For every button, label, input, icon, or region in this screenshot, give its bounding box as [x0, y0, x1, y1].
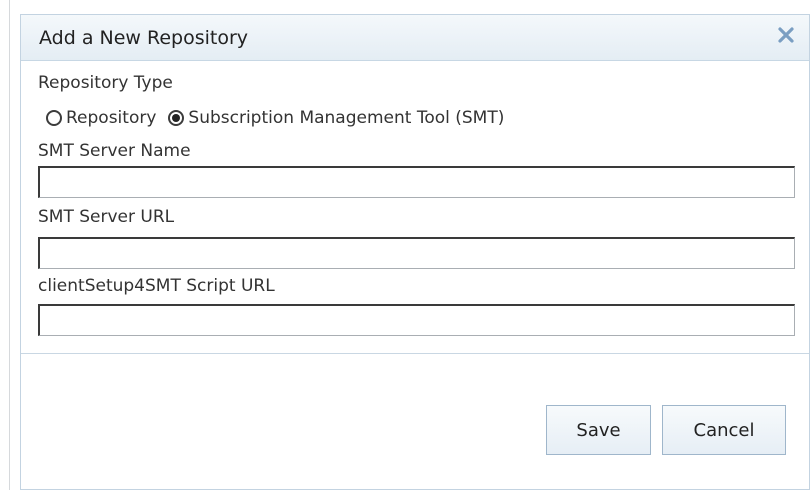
smt-server-name-input[interactable]: [38, 166, 795, 198]
repository-type-label: Repository Type: [38, 73, 173, 93]
smt-radio-label[interactable]: Subscription Management Tool (SMT): [188, 108, 504, 128]
save-button[interactable]: Save: [546, 405, 651, 455]
client-setup-script-url-label: clientSetup4SMT Script URL: [38, 276, 275, 296]
background-page-edge: [9, 0, 10, 490]
smt-server-url-label: SMT Server URL: [38, 207, 175, 227]
client-setup-script-url-input[interactable]: [38, 304, 795, 336]
cancel-button[interactable]: Cancel: [662, 405, 786, 455]
close-icon[interactable]: [775, 24, 797, 46]
repository-radio[interactable]: [46, 110, 62, 126]
repository-type-radio-group: Repository Subscription Management Tool …: [46, 106, 516, 130]
smt-server-url-input[interactable]: [38, 237, 795, 269]
repository-radio-label[interactable]: Repository: [66, 108, 156, 128]
dialog-titlebar: Add a New Repository: [21, 15, 809, 61]
smt-server-name-label: SMT Server Name: [38, 141, 191, 161]
dialog-title: Add a New Repository: [39, 27, 249, 49]
add-repository-dialog: Add a New Repository Repository Type Rep…: [20, 14, 810, 490]
smt-radio[interactable]: [168, 110, 185, 126]
footer-divider: [21, 353, 809, 354]
